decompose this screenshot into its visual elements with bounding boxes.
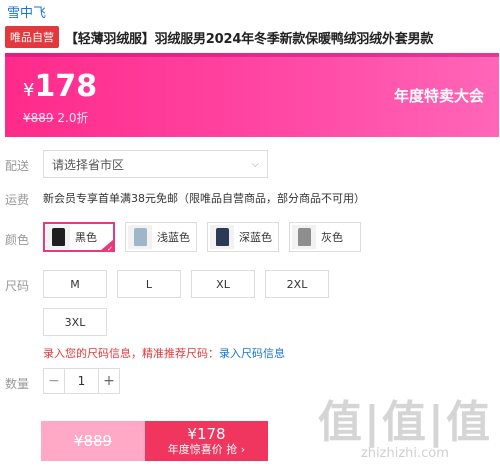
buy-label: 年度惊喜价 抢 › — [167, 442, 246, 456]
size-option-2xl[interactable]: 2XL — [265, 270, 329, 298]
color-thumb-image — [292, 225, 316, 249]
product-title-row: 唯品自营 【轻薄羽绒服】羽绒服男2024年冬季新款保暖鸭绒羽绒外套男款 — [5, 26, 433, 48]
site-watermark: 值|值|值 zhizhizhi.com — [317, 397, 492, 462]
promo-price: ¥178 — [23, 69, 97, 104]
event-label: 年度特卖大会 — [393, 87, 484, 105]
selected-check-icon — [100, 239, 114, 251]
color-option-gray[interactable]: 灰色 — [289, 222, 361, 252]
color-options: 黑色 浅蓝色 深蓝色 灰色 — [43, 222, 361, 252]
color-thumb-image — [128, 225, 152, 249]
color-option-label: 黑色 — [75, 231, 97, 244]
quantity-stepper: − 1 + — [43, 368, 120, 394]
size-option-l[interactable]: L — [117, 270, 181, 298]
size-option-xl[interactable]: XL — [191, 270, 255, 298]
size-options: M L XL 2XL 3XL — [43, 270, 343, 336]
color-option-dark-blue[interactable]: 深蓝色 — [207, 222, 279, 252]
color-option-label: 灰色 — [321, 231, 343, 244]
quantity-decrease-button[interactable]: − — [44, 369, 64, 393]
color-option-black[interactable]: 黑色 — [43, 222, 115, 252]
brand-link[interactable]: 雪中飞 — [7, 2, 46, 21]
promo-top-stripe — [5, 53, 499, 57]
promo-banner: ¥178 ¥889 2.0折 年度特卖大会 — [5, 53, 499, 137]
region-select[interactable]: 请选择省市区 ⌵ — [43, 150, 268, 178]
buy-original-price-text: ¥889 — [73, 432, 113, 450]
buy-original-price: ¥889 — [41, 421, 145, 461]
watermark-logo: 值|值|值 — [317, 397, 492, 448]
color-label: 颜色 — [5, 233, 30, 247]
color-option-label: 深蓝色 — [239, 231, 272, 244]
color-thumb-image — [210, 225, 234, 249]
product-title: 【轻薄羽绒服】羽绒服男2024年冬季新款保暖鸭绒羽绒外套男款 — [65, 31, 434, 47]
color-option-light-blue[interactable]: 浅蓝色 — [125, 222, 197, 252]
self-operated-badge: 唯品自营 — [5, 26, 59, 48]
original-price: ¥889 — [23, 111, 54, 125]
quantity-input[interactable]: 1 — [64, 369, 99, 393]
promo-original-price: ¥889 2.0折 — [23, 109, 88, 126]
promo-price-value: 178 — [34, 69, 98, 104]
size-label: 尺码 — [5, 279, 30, 293]
chevron-down-icon: ⌵ — [251, 158, 259, 170]
buy-price: ¥178 — [187, 424, 226, 443]
color-option-label: 浅蓝色 — [157, 231, 190, 244]
size-info-link[interactable]: 录入尺码信息 — [219, 347, 285, 360]
buy-now-section[interactable]: ¥178 年度惊喜价 抢 › — [145, 421, 268, 461]
shipping-info: 新会员专享首单满38元免邮（限唯品自营商品，部分商品不可用） — [43, 192, 365, 205]
color-thumb-image — [46, 225, 70, 249]
size-option-3xl[interactable]: 3XL — [43, 308, 107, 336]
discount-label: 2.0折 — [57, 111, 89, 125]
size-option-m[interactable]: M — [43, 270, 107, 298]
watermark-url: zhizhizhi.com — [360, 446, 449, 461]
size-hint-text: 录入您的尺码信息，精准推荐尺码： — [43, 347, 219, 360]
currency-symbol: ¥ — [23, 80, 35, 101]
size-recommend-hint: 录入您的尺码信息，精准推荐尺码：录入尺码信息 — [43, 345, 285, 361]
quantity-increase-button[interactable]: + — [99, 369, 119, 393]
shipping-label: 运费 — [5, 193, 30, 207]
delivery-label: 配送 — [5, 159, 30, 173]
buy-button[interactable]: ¥889 ¥178 年度惊喜价 抢 › — [41, 421, 268, 461]
region-placeholder: 请选择省市区 — [52, 157, 125, 172]
quantity-label: 数量 — [5, 377, 30, 391]
